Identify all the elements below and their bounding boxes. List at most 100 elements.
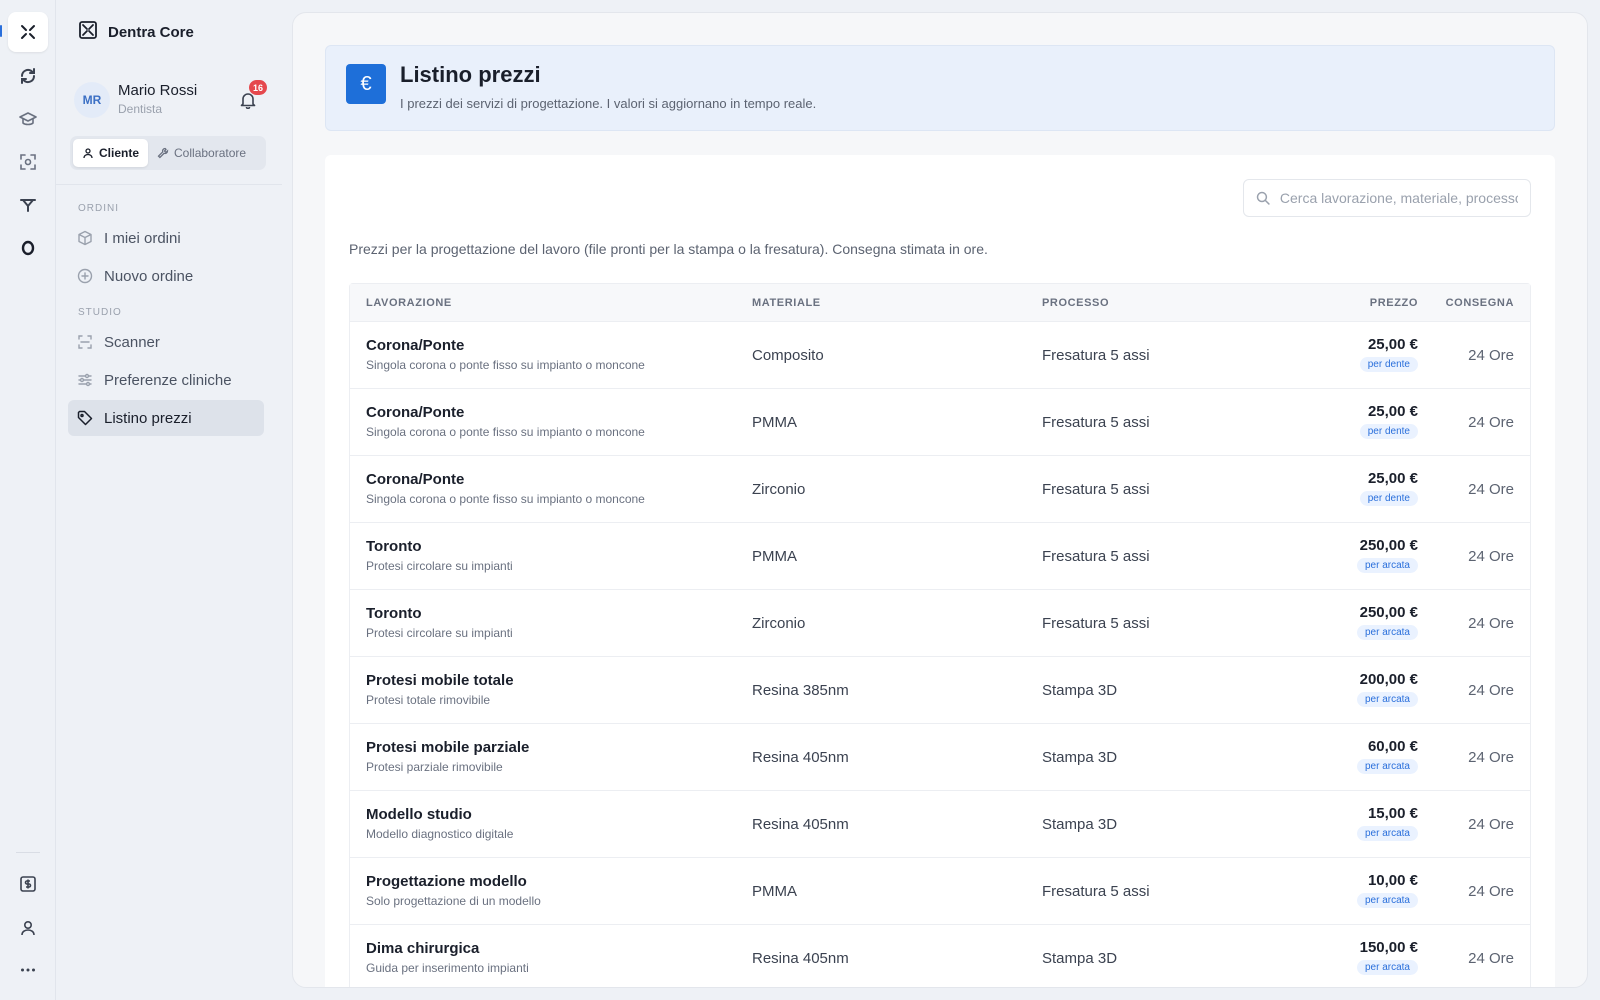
sidebar-item-new-order[interactable]: Nuovo ordine [68,258,264,294]
price-unit-badge: per arcata [1356,826,1418,841]
work-cell: Dima chirurgica Guida per inserimento imp… [366,940,529,975]
table-row[interactable]: Corona/Ponte Singola corona o ponte fisso… [350,322,1530,389]
price-cell: 25,00 € per dente [1359,336,1418,372]
process-cell: Fresatura 5 assi [1042,548,1150,565]
table-row[interactable]: Corona/Ponte Singola corona o ponte fisso… [350,456,1530,523]
notification-badge: 16 [249,80,268,95]
sliders-icon [76,371,94,389]
table-row[interactable]: Protesi mobile parziale Protesi parziale … [350,724,1530,791]
sidebar-item-my-orders[interactable]: I miei ordini [68,220,264,256]
sidebar-item-price-list[interactable]: Listino prezzi [68,400,264,436]
sidebar-item-clinical-preferences[interactable]: Preferenze cliniche [68,362,264,398]
price-value: 25,00 € [1367,336,1418,353]
price-unit-badge: per dente [1359,424,1418,439]
role-client-tab[interactable]: Cliente [73,139,149,167]
material-cell: PMMA [752,414,797,431]
material-cell: PMMA [752,548,797,565]
page-subtitle: I prezzi dei servizi di progettazione. I… [400,96,817,111]
rail-separator [16,852,40,853]
work-cell: Toronto Protesi circolare su impianti [366,538,513,573]
work-name: Protesi mobile totale [366,672,514,689]
table-row[interactable]: Progettazione modello Solo progettazione … [350,858,1530,925]
page-title: Listino prezzi [400,62,541,87]
price-value: 60,00 € [1367,738,1418,755]
rail-graduation-cap-icon[interactable] [8,99,48,139]
material-cell: PMMA [752,883,797,900]
delivery-cell: 24 Ore [1468,682,1514,699]
table-row[interactable]: Toronto Protesi circolare su impianti Zirc… [350,590,1530,657]
work-cell: Corona/Ponte Singola corona o ponte fisso… [366,337,645,372]
table-row[interactable]: Dima chirurgica Guida per inserimento imp… [350,925,1530,987]
sidebar-item-label: Nuovo ordine [104,267,194,285]
material-cell: Resina 385nm [752,682,849,699]
rail-sync-icon[interactable] [8,56,48,96]
work-description: Solo progettazione di un modello [366,894,541,908]
rail-active-indicator [0,25,2,37]
price-unit-badge: per arcata [1356,558,1418,573]
rail-more-icon[interactable] [8,950,48,990]
process-cell: Fresatura 5 assi [1042,347,1150,364]
table-header: LAVORAZIONE MATERIALE PROCESSO PREZZO CO… [350,284,1530,322]
user-role: Dentista [118,102,163,116]
work-description: Singola corona o ponte fisso su impianto… [366,492,645,506]
price-unit-badge: per arcata [1356,692,1418,707]
process-cell: Fresatura 5 assi [1042,615,1150,632]
column-header-process[interactable]: PROCESSO [1042,297,1109,309]
delivery-cell: 24 Ore [1468,548,1514,565]
role-collaborator-tab[interactable]: Collaboratore [148,139,255,167]
work-cell: Corona/Ponte Singola corona o ponte fisso… [366,404,645,439]
material-cell: Zirconio [752,615,806,632]
column-header-material[interactable]: MATERIALE [752,297,821,309]
price-cell: 200,00 € per arcata [1356,671,1418,707]
material-cell: Resina 405nm [752,950,849,967]
tag-icon [76,409,94,427]
column-header-price[interactable]: PREZZO [1370,297,1418,309]
plus-circle-icon [76,267,94,285]
user-profile[interactable]: MR Mario Rossi Dentista 16 [74,80,274,120]
process-cell: Stampa 3D [1042,682,1118,699]
work-cell: Protesi mobile totale Protesi totale rimo… [366,672,514,707]
work-name: Corona/Ponte [366,337,465,354]
work-name: Corona/Ponte [366,404,465,421]
sidebar: Dentra Core MR Mario Rossi Dentista 16 C… [56,0,282,1000]
price-cell: 25,00 € per dente [1359,470,1418,506]
table-row[interactable]: Modello studio Modello diagnostico digita… [350,791,1530,858]
work-name: Progettazione modello [366,873,527,890]
work-name: Protesi mobile parziale [366,739,530,756]
sidebar-item-label: Scanner [104,333,160,351]
table-row[interactable]: Corona/Ponte Singola corona o ponte fisso… [350,389,1530,456]
page-header: € Listino prezzi I prezzi dei servizi di… [325,45,1555,131]
rail-tooth-tool-icon[interactable] [8,185,48,225]
table-row[interactable]: Protesi mobile totale Protesi totale rimo… [350,657,1530,724]
rail-ring-icon[interactable] [8,228,48,268]
rail-logo-icon[interactable] [8,12,48,52]
price-cell: 15,00 € per arcata [1356,805,1418,841]
search-box[interactable] [1243,179,1531,217]
column-header-work[interactable]: LAVORAZIONE [366,297,452,309]
delivery-cell: 24 Ore [1468,883,1514,900]
icon-rail [0,0,56,1000]
price-unit-badge: per arcata [1356,960,1418,975]
main-panel: € Listino prezzi I prezzi dei servizi di… [292,12,1588,988]
sidebar-item-scanner[interactable]: Scanner [68,324,264,360]
brand[interactable]: Dentra Core [78,20,194,44]
delivery-cell: 24 Ore [1468,816,1514,833]
table-row[interactable]: Toronto Protesi circolare su impianti PMMA… [350,523,1530,590]
section-label-studio: STUDIO [78,307,122,318]
process-cell: Stampa 3D [1042,816,1118,833]
euro-icon: € [346,64,386,104]
app-name: Dentra Core [108,23,194,41]
work-description: Protesi circolare su impianti [366,626,513,640]
rail-user-icon[interactable] [8,908,48,948]
column-header-delivery[interactable]: CONSEGNA [1446,297,1514,309]
process-cell: Fresatura 5 assi [1042,481,1150,498]
price-value: 10,00 € [1367,872,1418,889]
sidebar-divider [56,184,282,185]
price-value: 25,00 € [1367,403,1418,420]
search-input[interactable] [1279,190,1518,206]
rail-billing-icon[interactable] [8,864,48,904]
person-icon [83,148,93,159]
delivery-cell: 24 Ore [1468,414,1514,431]
material-cell: Zirconio [752,481,806,498]
rail-scan-icon[interactable] [8,142,48,182]
